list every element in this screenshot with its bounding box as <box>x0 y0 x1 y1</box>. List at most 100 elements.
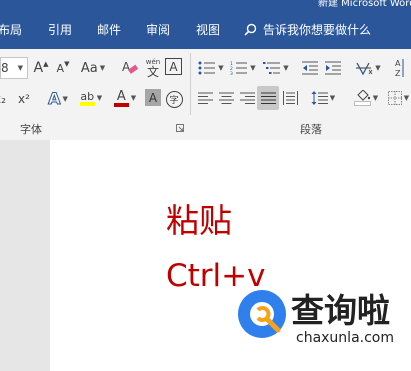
svg-text:A: A <box>395 59 401 68</box>
shrink-font-button[interactable]: A ▼ <box>54 57 72 79</box>
caret-up-icon: ▲ <box>43 60 49 68</box>
tell-me-box[interactable]: 告诉我你想要做什么 <box>244 19 371 39</box>
increase-indent-icon <box>324 61 341 75</box>
ribbon-home: 8 ▼ A▲ A▼ Aa▼ A wén 文 A ▼ 123▼ ▼ ▼ AZ x₂ <box>0 49 411 141</box>
chinese-layout-icon <box>356 62 373 75</box>
highlight-button[interactable]: ab ▼ <box>76 87 106 109</box>
borders-icon <box>387 91 402 105</box>
font-size-value: 8 <box>1 61 9 75</box>
chevron-down-icon: ▼ <box>403 94 410 102</box>
watermark-domain: chaxunla.com <box>296 330 394 346</box>
align-left-button[interactable] <box>196 87 214 109</box>
font-group-label: 字体 <box>20 123 42 136</box>
grow-font-icon: A <box>33 60 44 76</box>
character-border-button[interactable]: A <box>165 58 182 75</box>
bullets-button[interactable]: ▼ <box>196 57 226 79</box>
align-center-icon <box>218 92 234 104</box>
chevron-down-icon: ▼ <box>250 64 256 72</box>
distributed-icon <box>282 91 298 105</box>
highlight-color-bar <box>79 101 95 106</box>
font-color-bar <box>113 102 129 107</box>
enclose-characters-button[interactable]: 字 <box>165 88 183 110</box>
change-case-icon: Aa <box>80 60 98 76</box>
document-page[interactable]: 粘贴 Ctrl+v 查询啦 chaxunla.com <box>50 140 411 371</box>
chinese-layout-button[interactable]: ▼ <box>353 57 383 79</box>
align-right-button[interactable] <box>238 87 256 109</box>
watermark: 查询啦 chaxunla.com <box>236 282 411 371</box>
tab-layout[interactable]: 布局 <box>0 21 22 38</box>
subscript-icon: x₂ <box>0 92 6 106</box>
justify-button[interactable] <box>257 86 279 110</box>
watermark-logo-icon <box>238 290 286 338</box>
line-spacing-button[interactable]: ▼ <box>308 87 338 109</box>
shading-button[interactable]: ▼ <box>351 87 381 109</box>
multilevel-list-button[interactable]: ▼ <box>261 57 291 79</box>
svg-text:Z: Z <box>395 69 401 78</box>
chevron-down-icon: ▼ <box>283 64 289 72</box>
tab-mailings[interactable]: 邮件 <box>97 21 121 38</box>
numbering-button[interactable]: 1 2 3 ▼ <box>228 57 258 79</box>
font-color-button[interactable]: A ▼ <box>110 87 140 109</box>
superscript-button[interactable]: x² <box>14 88 34 110</box>
bullets-icon <box>198 61 216 75</box>
clear-formatting-button[interactable]: A <box>120 57 140 79</box>
chevron-down-icon: ▼ <box>372 94 379 102</box>
align-right-icon <box>239 92 255 104</box>
document-line-paste: 粘贴 <box>166 201 232 240</box>
caret-down-small-icon: ▼ <box>64 60 70 68</box>
tab-view[interactable]: 视图 <box>196 21 220 38</box>
decrease-indent-icon <box>301 61 318 75</box>
sort-button[interactable]: AZ <box>394 55 411 81</box>
paragraph-group-label: 段落 <box>300 123 322 136</box>
tell-me-placeholder: 告诉我你想要做什么 <box>263 22 372 37</box>
watermark-name: 查询啦 <box>291 291 390 330</box>
justify-icon <box>260 92 276 104</box>
highlight-icon: ab <box>80 89 95 103</box>
increase-indent-button[interactable] <box>323 57 343 79</box>
highlight-glyph-wrap: ab <box>79 89 95 106</box>
character-shading-icon: A <box>148 90 158 105</box>
subscript-button[interactable]: x₂ <box>0 88 10 110</box>
phonetic-guide-char: 文 <box>146 64 159 79</box>
line-spacing-icon <box>311 91 328 105</box>
shading-color-bar <box>353 101 371 106</box>
change-case-button[interactable]: Aa ▼ <box>80 57 106 79</box>
chevron-down-icon: ▼ <box>96 94 103 102</box>
chevron-down-icon: ▼ <box>17 64 24 72</box>
multilevel-list-icon <box>263 62 281 74</box>
chevron-down-icon: ▼ <box>99 64 106 72</box>
grow-font-button[interactable]: A ▲ <box>31 57 51 79</box>
text-effects-button[interactable]: A ▼ <box>44 88 72 110</box>
sort-icon: AZ <box>395 59 404 78</box>
chevron-down-icon: ▼ <box>62 95 68 103</box>
chevron-down-icon: ▼ <box>375 64 381 72</box>
svg-text:3: 3 <box>230 71 233 75</box>
group-divider <box>190 53 191 115</box>
eraser-icon: A <box>122 60 138 74</box>
dialog-launcher-icon[interactable] <box>176 124 184 132</box>
search-icon <box>244 23 257 36</box>
borders-button[interactable]: ▼ <box>386 87 411 109</box>
text-effects-icon: A <box>48 89 61 108</box>
window-title: 新建 Microsoft Word <box>318 0 411 9</box>
distributed-button[interactable] <box>281 87 299 109</box>
character-shading-button[interactable]: A <box>145 89 161 106</box>
shrink-font-icon: A <box>56 61 65 75</box>
enclose-characters-icon: 字 <box>165 90 183 108</box>
decrease-indent-button[interactable] <box>300 57 320 79</box>
align-left-icon <box>197 92 213 104</box>
font-size-field[interactable]: 8 ▼ <box>0 57 28 79</box>
paint-bucket-icon <box>357 90 370 101</box>
title-bar: 新建 Microsoft Word <box>0 0 411 9</box>
document-margin-area <box>0 140 50 371</box>
tab-review[interactable]: 审阅 <box>146 21 170 38</box>
shading-glyph-wrap <box>353 90 371 106</box>
chevron-down-icon: ▼ <box>218 64 224 72</box>
phonetic-guide-button[interactable]: wén 文 <box>143 55 163 81</box>
character-border-icon: A <box>169 59 178 74</box>
ribbon-tabs: 布局 引用 邮件 审阅 视图 告诉我你想要做什么 <box>0 9 411 49</box>
numbering-icon: 123 <box>230 61 248 75</box>
align-center-button[interactable] <box>217 87 235 109</box>
tab-references[interactable]: 引用 <box>48 21 72 38</box>
chevron-down-icon: ▼ <box>329 94 336 102</box>
